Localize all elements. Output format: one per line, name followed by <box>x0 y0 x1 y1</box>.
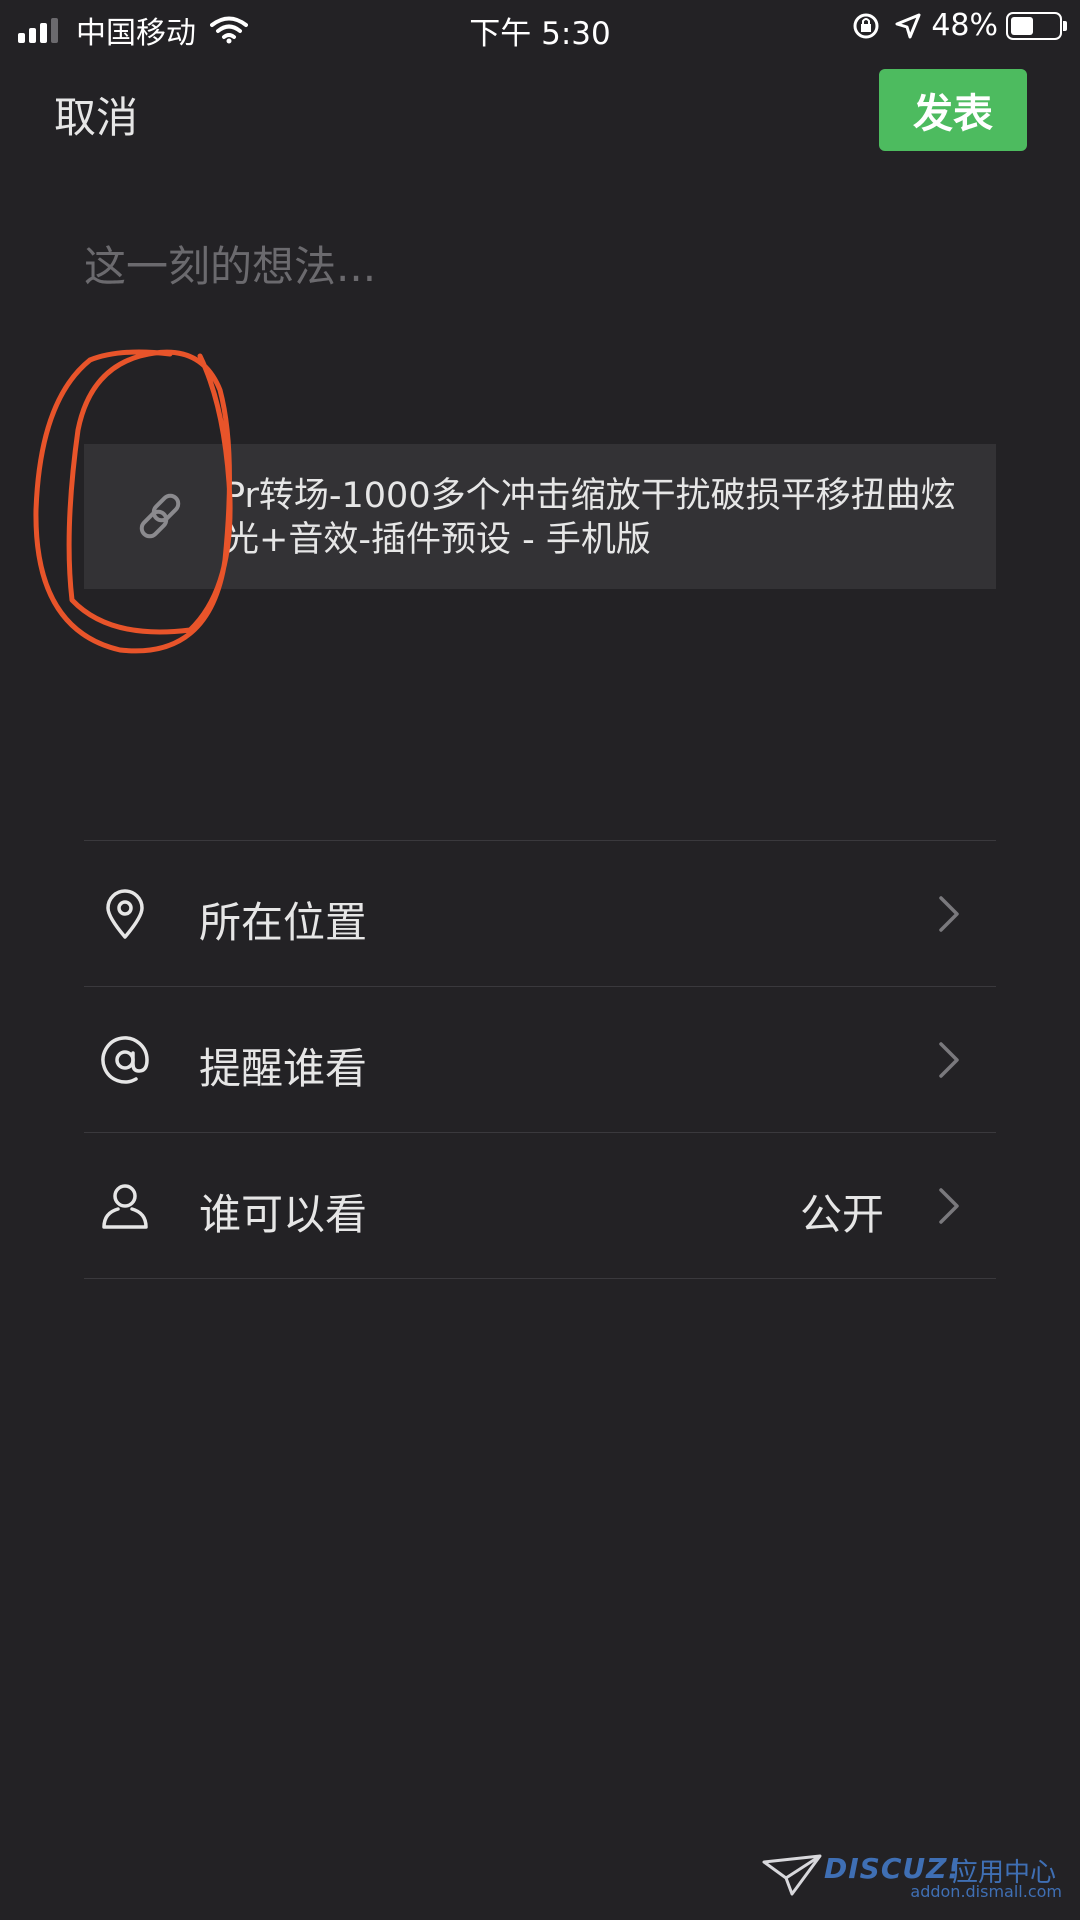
location-label: 所在位置 <box>199 898 368 947</box>
cancel-button[interactable]: 取消 <box>54 84 138 145</box>
battery-icon <box>1006 11 1067 40</box>
mention-row[interactable]: 提醒谁看 <box>84 987 996 1133</box>
thought-input[interactable] <box>84 236 984 296</box>
visibility-value: 公开 <box>799 1190 884 1239</box>
discuz-watermark: DISCUZ! 应用中心 addon.dismall.com <box>762 1846 1062 1902</box>
visibility-row[interactable]: 谁可以看 公开 <box>84 1133 996 1279</box>
status-bar: 中国移动 下午 5:30 48% <box>0 0 1080 54</box>
mention-label: 提醒谁看 <box>199 1044 368 1093</box>
visibility-label: 谁可以看 <box>199 1190 368 1239</box>
location-row[interactable]: 所在位置 <box>84 841 996 987</box>
options-list: 所在位置 提醒谁看 谁可以看 公开 <box>84 840 996 1279</box>
shared-link-card[interactable]: Pr转场-1000多个冲击缩放干扰破损平移扭曲炫光+音效-插件预设 - 手机版 <box>84 444 996 589</box>
chevron-right-icon <box>939 896 959 932</box>
battery-fill <box>1011 16 1033 35</box>
battery-percentage: 48% <box>931 8 998 43</box>
paper-plane-logo-icon <box>762 1854 822 1896</box>
chevron-right-icon <box>939 1042 959 1078</box>
link-title: Pr转场-1000多个冲击缩放干扰破损平移扭曲炫光+音效-插件预设 - 手机版 <box>224 476 956 560</box>
publish-button[interactable]: 发表 <box>879 69 1027 151</box>
link-icon <box>139 493 181 539</box>
battery-nub <box>1063 20 1067 31</box>
status-right: 48% <box>851 8 1067 43</box>
person-icon <box>102 1184 148 1229</box>
rotation-lock-icon <box>853 13 879 38</box>
location-pin-icon <box>106 889 144 939</box>
watermark-brand: DISCUZ! <box>824 1852 962 1885</box>
location-arrow-icon <box>895 13 921 38</box>
chevron-right-icon <box>939 1188 959 1224</box>
at-icon <box>101 1036 149 1084</box>
watermark-url: addon.dismall.com <box>910 1882 1062 1901</box>
